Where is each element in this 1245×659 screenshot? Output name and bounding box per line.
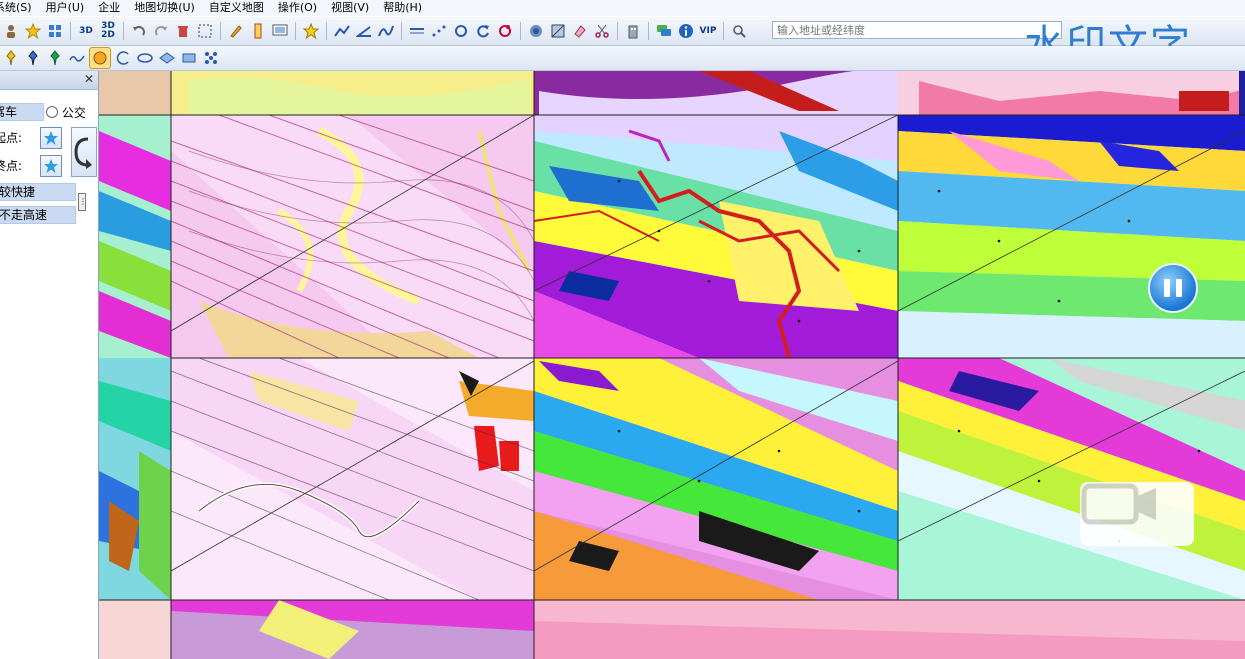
favorite-star-icon[interactable]	[23, 21, 43, 41]
delete-icon[interactable]	[173, 21, 193, 41]
menu-enterprise[interactable]: 企业	[92, 0, 128, 16]
mark-star-icon[interactable]	[301, 21, 321, 41]
toolbar-separator	[123, 22, 124, 40]
menu-help[interactable]: 帮助(H)	[377, 0, 430, 16]
diamond-icon[interactable]	[157, 48, 177, 68]
yellow-pin-icon[interactable]	[1, 48, 21, 68]
map-view[interactable]	[99, 71, 1245, 659]
view-3d-button[interactable]: 3D	[76, 21, 96, 41]
select-box-icon[interactable]	[195, 21, 215, 41]
eraser-icon[interactable]	[570, 21, 590, 41]
star-icon	[44, 159, 58, 173]
option-fast[interactable]: 较快捷	[0, 183, 76, 201]
multi-point-icon[interactable]	[201, 48, 221, 68]
menu-system[interactable]: 系统(S)	[0, 0, 40, 16]
mode-bus-label: 公交	[61, 106, 86, 120]
toolbar-separator	[326, 22, 327, 40]
polyline-icon[interactable]	[332, 21, 352, 41]
menu-map-switch[interactable]: 地图切换(U)	[128, 0, 203, 16]
building-icon[interactable]	[623, 21, 643, 41]
toolbar-separator	[220, 22, 221, 40]
arc-icon[interactable]	[113, 48, 133, 68]
option-fast-label: 较快捷	[0, 185, 36, 199]
ruler-icon[interactable]	[248, 21, 268, 41]
layer-icon[interactable]	[548, 21, 568, 41]
rotate-icon[interactable]	[473, 21, 493, 41]
curve-icon[interactable]	[376, 21, 396, 41]
lasso-icon[interactable]	[495, 21, 515, 41]
circle-icon[interactable]	[451, 21, 471, 41]
option-no-highway[interactable]: 不走高速	[0, 206, 76, 224]
geologic-map-tiles	[99, 71, 1245, 659]
route-panel-header: ✕	[0, 71, 98, 90]
angle-icon[interactable]	[354, 21, 374, 41]
video-icon[interactable]	[1080, 482, 1194, 546]
end-label: 终点:	[0, 159, 23, 173]
toolbar-separator	[520, 22, 521, 40]
view-3d-2d-button[interactable]: 3D 2D	[98, 21, 118, 41]
target-icon[interactable]	[526, 21, 546, 41]
end-star-button[interactable]	[40, 155, 62, 177]
toolbar-separator	[648, 22, 649, 40]
filled-circle-icon[interactable]	[89, 47, 111, 69]
blue-pin-icon[interactable]	[23, 48, 43, 68]
mode-car-label: 驾车	[0, 105, 18, 119]
rectangle-icon[interactable]	[179, 48, 199, 68]
green-pin-icon[interactable]	[45, 48, 65, 68]
redo-icon[interactable]	[151, 21, 171, 41]
pause-icon	[1161, 279, 1185, 297]
menu-operation[interactable]: 操作(O)	[272, 0, 325, 16]
chat-icon[interactable]	[654, 21, 674, 41]
user-icon[interactable]	[1, 21, 21, 41]
menu-bar: 系统(S) 用户(U) 企业 地图切换(U) 自定义地图 操作(O) 视图(V)…	[0, 0, 1245, 16]
pencil-icon[interactable]	[226, 21, 246, 41]
panel-scroll-handle[interactable]: ⋮	[78, 193, 87, 211]
wave-line-icon[interactable]	[67, 48, 87, 68]
line-tool-icon[interactable]	[407, 21, 427, 41]
option-no-highway-label: 不走高速	[0, 208, 48, 222]
dots-icon[interactable]	[429, 21, 449, 41]
menu-user[interactable]: 用户(U)	[40, 0, 93, 16]
pause-button[interactable]	[1148, 263, 1198, 313]
toolbar-separator	[295, 22, 296, 40]
swap-arrow-icon	[74, 137, 92, 169]
scissors-icon[interactable]	[592, 21, 612, 41]
close-icon[interactable]: ✕	[84, 72, 94, 86]
mode-bus-option[interactable]: 公交	[46, 104, 86, 121]
address-search-input[interactable]	[772, 21, 1062, 39]
start-star-button[interactable]	[40, 127, 62, 149]
toolbar-separator	[70, 22, 71, 40]
route-panel: ✕ 驾车 公交 起点: 终点: 较快捷 ⋮ 不走高速	[0, 71, 99, 659]
drawing-toolbar	[0, 46, 1245, 71]
start-label: 起点:	[0, 131, 23, 145]
swap-button[interactable]	[71, 127, 97, 177]
mode-car-tab[interactable]: 驾车	[0, 103, 44, 121]
search-icon[interactable]	[729, 21, 749, 41]
vip-button[interactable]: VIP	[698, 21, 718, 41]
info-icon[interactable]	[676, 21, 696, 41]
grid-icon[interactable]	[45, 21, 65, 41]
menu-view[interactable]: 视图(V)	[325, 0, 377, 16]
toolbar-separator	[401, 22, 402, 40]
star-icon	[44, 131, 58, 145]
toolbar-separator	[723, 22, 724, 40]
screen-icon[interactable]	[270, 21, 290, 41]
undo-icon[interactable]	[129, 21, 149, 41]
ellipse-icon[interactable]	[135, 48, 155, 68]
menu-custom-map[interactable]: 自定义地图	[203, 0, 272, 16]
radio-icon[interactable]	[46, 106, 58, 118]
toolbar-separator	[617, 22, 618, 40]
